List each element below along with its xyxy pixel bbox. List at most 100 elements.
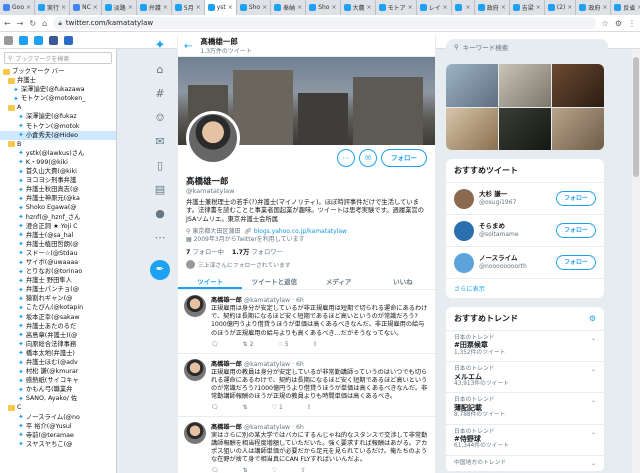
bookmark-item[interactable]: ✦ 弁護士植田哲朗(@: [0, 240, 116, 249]
more-options-button[interactable]: ⋯: [337, 149, 355, 167]
browser-tab[interactable]: 5月 ×: [172, 0, 205, 15]
suggested-follow-button[interactable]: フォロー: [555, 255, 596, 270]
browser-tab[interactable]: ×: [452, 0, 475, 15]
tab-close-icon[interactable]: ×: [602, 4, 607, 11]
bookmark-item[interactable]: ✦ 弁護士秋田真志(@: [0, 185, 116, 194]
media-thumbnail[interactable]: [552, 107, 604, 150]
bookmark-folder[interactable]: B: [0, 140, 116, 149]
browser-tab[interactable]: 政府 ×: [576, 0, 612, 15]
browser-tab[interactable]: 大農 ×: [341, 0, 376, 15]
reply-button[interactable]: 🗨︎: [211, 341, 219, 348]
suggested-follow-button[interactable]: フォロー: [555, 191, 596, 206]
following-link[interactable]: 7 フォロー中: [186, 249, 224, 256]
tab-close-icon[interactable]: ×: [228, 4, 233, 11]
retweet-button[interactable]: ⇅ 2: [243, 341, 254, 348]
retweet-button[interactable]: ⇅: [243, 404, 248, 411]
browser-tab[interactable]: 弁護 ×: [137, 0, 172, 15]
browser-tab[interactable]: NC ×: [70, 0, 102, 15]
bookmark-item[interactable]: ✦ 坂本正幸(@sakaw: [0, 313, 116, 322]
browser-tab[interactable]: Goo ×: [0, 0, 36, 15]
compose-tweet-button[interactable]: ✒: [150, 260, 170, 280]
twitter-search-input[interactable]: ⚲ キーワード検索: [446, 39, 608, 55]
media-thumbnail[interactable]: [499, 64, 551, 107]
followed-by[interactable]: 三上淳さんにフォローされています: [186, 260, 427, 270]
bookmark-item[interactable]: ✦ 深澤諭史(@fukaz: [0, 112, 116, 121]
back-arrow-icon[interactable]: ←: [4, 19, 11, 28]
profile-avatar[interactable]: [186, 111, 240, 165]
bookmark-item[interactable]: ✦ 橋本太地(弁護士): [0, 349, 116, 358]
bookmark-item[interactable]: ✦ 平 裕介(@Yusul: [0, 422, 116, 431]
star-icon[interactable]: ☆: [602, 19, 609, 28]
tweet-author-name[interactable]: 髙橋雄一郎: [211, 424, 242, 431]
share-button[interactable]: ⇧: [301, 467, 306, 473]
suggested-account[interactable]: そらまめ @soltamame フォロー: [446, 215, 604, 247]
like-button[interactable]: ♡ 1: [272, 404, 283, 411]
menu-icon[interactable]: ⋮: [628, 19, 636, 28]
browser-tab[interactable]: 淡路 ×: [102, 0, 137, 15]
media-thumbnail[interactable]: [446, 64, 498, 107]
tweet-time[interactable]: 6h: [296, 424, 304, 431]
url-field[interactable]: 🔒︎ twitter.com/kamatatylaw: [53, 17, 596, 29]
tweet-author-name[interactable]: 髙橋雄一郎: [211, 361, 242, 368]
bookmarks-icon[interactable]: ▯: [152, 158, 168, 174]
home-icon[interactable]: ⌂: [152, 62, 168, 78]
follow-button[interactable]: フォロー: [381, 149, 427, 167]
tab-media[interactable]: メディア: [307, 275, 371, 289]
tab-likes[interactable]: いいね: [371, 275, 435, 289]
bookmark-item[interactable]: ✦ 高島章(弁護士)(@: [0, 331, 116, 340]
settings-gear-icon[interactable]: ⚙: [589, 314, 596, 323]
tweet[interactable]: 髙橋雄一郎 @kamatatylaw · 6h 正規雇用の教員は身分が安定している…: [178, 354, 435, 417]
retweet-button[interactable]: ⇅: [243, 467, 248, 473]
bookmark-item[interactable]: ✦ スヤスヤちこ(@: [0, 440, 116, 449]
tab-close-icon[interactable]: ×: [93, 4, 98, 11]
like-button[interactable]: ♡ 5: [277, 341, 288, 348]
bookmark-item[interactable]: ✦ 弁護士パンチョ(@: [0, 285, 116, 294]
tweet-time[interactable]: 6h: [296, 297, 304, 304]
more-icon[interactable]: ⋯: [152, 230, 168, 246]
profile-website-link[interactable]: blogs.yahoo.co.jp/kamatatylaw: [254, 228, 347, 235]
suggested-avatar[interactable]: [454, 252, 474, 273]
suggested-account[interactable]: ノースライム @noooooooorth フォロー: [446, 247, 604, 279]
trend-item[interactable]: 日本のトレンド メルエム 43,913件のツイート ⌄: [446, 362, 604, 394]
trend-item[interactable]: 日本のトレンド #侍野球 61,344件のツイート ⌄: [446, 425, 604, 456]
tab-close-icon[interactable]: ×: [26, 4, 31, 11]
bookmark-icon[interactable]: [64, 35, 73, 45]
chevron-down-icon[interactable]: ⌄: [591, 367, 596, 374]
lists-icon[interactable]: ▤: [152, 182, 168, 198]
suggested-name[interactable]: ノースライム: [479, 254, 551, 263]
tab-close-icon[interactable]: ×: [331, 4, 336, 11]
reply-button[interactable]: 🗨︎: [211, 467, 219, 473]
bookmark-item[interactable]: ✦ 小倉秀夫(@Hideo: [0, 130, 116, 140]
suggested-avatar[interactable]: [454, 220, 474, 241]
browser-tab[interactable]: Sho ×: [237, 0, 272, 15]
bookmark-folder[interactable]: ブックマーク バー: [0, 67, 116, 76]
tab-close-icon[interactable]: ×: [536, 4, 541, 11]
bookmark-item[interactable]: ✦ 首久山大費(@kiki: [0, 167, 116, 176]
bookmark-icon[interactable]: [34, 35, 43, 45]
bookmark-folder[interactable]: A: [0, 103, 116, 112]
trend-item[interactable]: 日本のトレンド 薄配記載 8,788件のツイート ⌄: [446, 393, 604, 425]
tweet-time[interactable]: 6h: [296, 361, 304, 368]
bookmark-item[interactable]: ✦ 向原総合法律事務: [0, 340, 116, 349]
tweet[interactable]: 髙橋雄一郎 @kamatatylaw · 6h 正規雇用は身分が安定しているが非正…: [178, 290, 435, 354]
bookmark-search-input[interactable]: ⚲ ブックマークを検索: [4, 52, 112, 64]
notifications-bell-icon[interactable]: ⎊: [152, 110, 168, 126]
tab-close-icon[interactable]: ×: [443, 4, 448, 11]
trend-item[interactable]: 日本のトレンド #田票候章 1,352件のツイート ⌄: [446, 331, 604, 363]
tab-close-icon[interactable]: ×: [262, 4, 267, 11]
sidebar-toggle-icon[interactable]: [4, 35, 13, 45]
tab-tweets[interactable]: ツイート: [178, 275, 243, 290]
chevron-down-icon[interactable]: ⌄: [591, 430, 596, 437]
bookmark-item[interactable]: ✦ 弁護士ほむ(@adv: [0, 358, 116, 367]
share-button[interactable]: ⇧: [313, 341, 318, 348]
bookmark-item[interactable]: ✦ こたぴん(@kotapin: [0, 303, 116, 312]
browser-tab[interactable]: 実行 ×: [35, 0, 71, 15]
browser-tab[interactable]: レイ ×: [417, 0, 452, 15]
share-button[interactable]: ⇧: [307, 404, 312, 411]
browser-tab[interactable]: Sho ×: [306, 0, 341, 15]
mail-button[interactable]: ✉: [359, 149, 377, 167]
bookmark-item[interactable]: ✦ Shoko Egawa(@: [0, 203, 116, 212]
browser-tab[interactable]: (2) ×: [545, 0, 577, 15]
bookmark-item[interactable]: ✦ 寺前(@teramae: [0, 431, 116, 440]
tweet-avatar[interactable]: [184, 295, 206, 318]
